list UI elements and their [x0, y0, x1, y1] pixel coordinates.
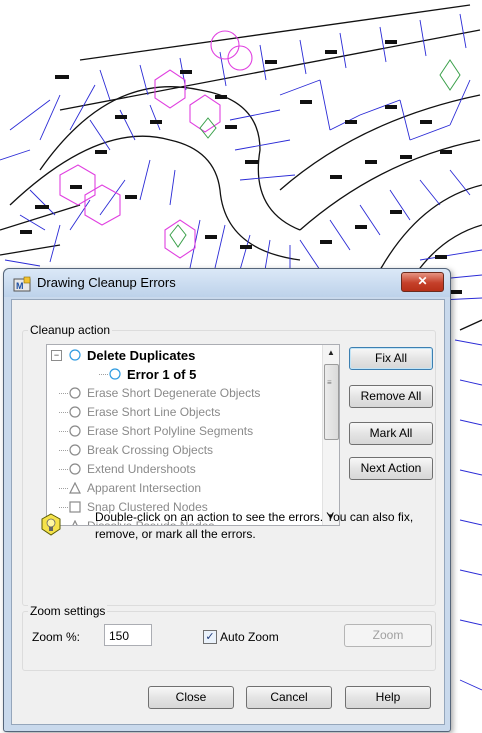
- tree-expander-icon[interactable]: −: [51, 350, 62, 361]
- tree-item[interactable]: Break Crossing Objects: [47, 442, 321, 460]
- tree-connector: [59, 393, 68, 394]
- dialog-client: Cleanup action − Delete Duplicates Error 1…: [11, 299, 445, 725]
- tree-item-label: Extend Undershoots: [87, 462, 196, 476]
- tree-item[interactable]: − Delete Duplicates: [47, 347, 321, 365]
- tree-item[interactable]: Erase Short Degenerate Objects: [47, 385, 321, 403]
- remove-all-button[interactable]: Remove All: [349, 385, 433, 408]
- circle-icon: [69, 406, 81, 418]
- drawing-cleanup-errors-dialog: M Drawing Cleanup Errors ✕ Cleanup actio…: [3, 268, 451, 732]
- tree-item-label: Erase Short Degenerate Objects: [87, 386, 261, 400]
- cleanup-action-label: Cleanup action: [28, 323, 113, 337]
- help-button[interactable]: Help: [345, 686, 431, 709]
- tree-scrollbar[interactable]: ▲ ≡ ▼: [322, 345, 339, 525]
- tree-item-label: Erase Short Polyline Segments: [87, 424, 254, 438]
- tree-connector: [59, 450, 68, 451]
- triangle-icon: [72, 520, 78, 525]
- tree-item[interactable]: Extend Undershoots: [47, 461, 321, 479]
- tree-connector: [59, 412, 68, 413]
- circle-icon: [69, 444, 81, 456]
- tree-item[interactable]: Apparent Intersection: [47, 480, 321, 498]
- svg-text:M: M: [16, 281, 24, 291]
- tree-connector: [99, 374, 108, 375]
- tree-item[interactable]: Erase Short Line Objects: [47, 404, 321, 422]
- dialog-title: Drawing Cleanup Errors: [37, 275, 176, 290]
- title-bar[interactable]: M Drawing Cleanup Errors ✕: [4, 269, 450, 297]
- circle-icon: [69, 387, 81, 399]
- tree-item-label: Erase Short Line Objects: [87, 405, 221, 419]
- auto-zoom-label: Auto Zoom: [220, 630, 279, 644]
- triangle-icon: [69, 482, 81, 494]
- auto-zoom-checkbox[interactable]: ✓: [203, 630, 217, 644]
- tree-connector: [59, 488, 68, 489]
- tree-item[interactable]: Error 1 of 5: [87, 366, 321, 384]
- app-icon: M: [13, 276, 31, 292]
- circle-icon: [109, 368, 121, 380]
- zoom-settings-label: Zoom settings: [28, 604, 108, 618]
- next-action-button[interactable]: Next Action: [349, 457, 433, 480]
- circle-icon: [69, 425, 81, 437]
- tree-connector: [59, 469, 68, 470]
- tree-item-label: Error 1 of 5: [127, 367, 197, 382]
- lightbulb-tip-icon: [41, 513, 61, 536]
- tree-item-label: Apparent Intersection: [87, 481, 202, 495]
- tree-connector: [59, 507, 68, 508]
- scroll-grip-icon: ≡: [327, 378, 332, 387]
- close-button[interactable]: Close: [148, 686, 234, 709]
- circle-icon: [69, 463, 81, 475]
- fix-all-button[interactable]: Fix All: [349, 347, 433, 370]
- circle-icon: [69, 349, 81, 361]
- tree-item[interactable]: Erase Short Polyline Segments: [47, 423, 321, 441]
- close-window-button[interactable]: ✕: [401, 272, 444, 292]
- cancel-button[interactable]: Cancel: [246, 686, 332, 709]
- square-icon: [69, 501, 81, 513]
- cleanup-action-tree[interactable]: − Delete Duplicates Error 1 of 5 Erase Shor…: [46, 344, 340, 526]
- tree-item-label: Delete Duplicates: [87, 348, 196, 363]
- tree-item-label: Break Crossing Objects: [87, 443, 214, 457]
- tip-text: Double-click on an action to see the err…: [95, 510, 414, 541]
- mark-all-button[interactable]: Mark All: [349, 422, 433, 445]
- zoom-percent-label: Zoom %:: [32, 630, 81, 644]
- scroll-up-arrow[interactable]: ▲: [323, 345, 339, 361]
- tree-connector: [59, 431, 68, 432]
- zoom-button[interactable]: Zoom: [344, 624, 432, 647]
- scroll-thumb[interactable]: [324, 364, 339, 440]
- zoom-percent-input[interactable]: 150: [104, 624, 152, 646]
